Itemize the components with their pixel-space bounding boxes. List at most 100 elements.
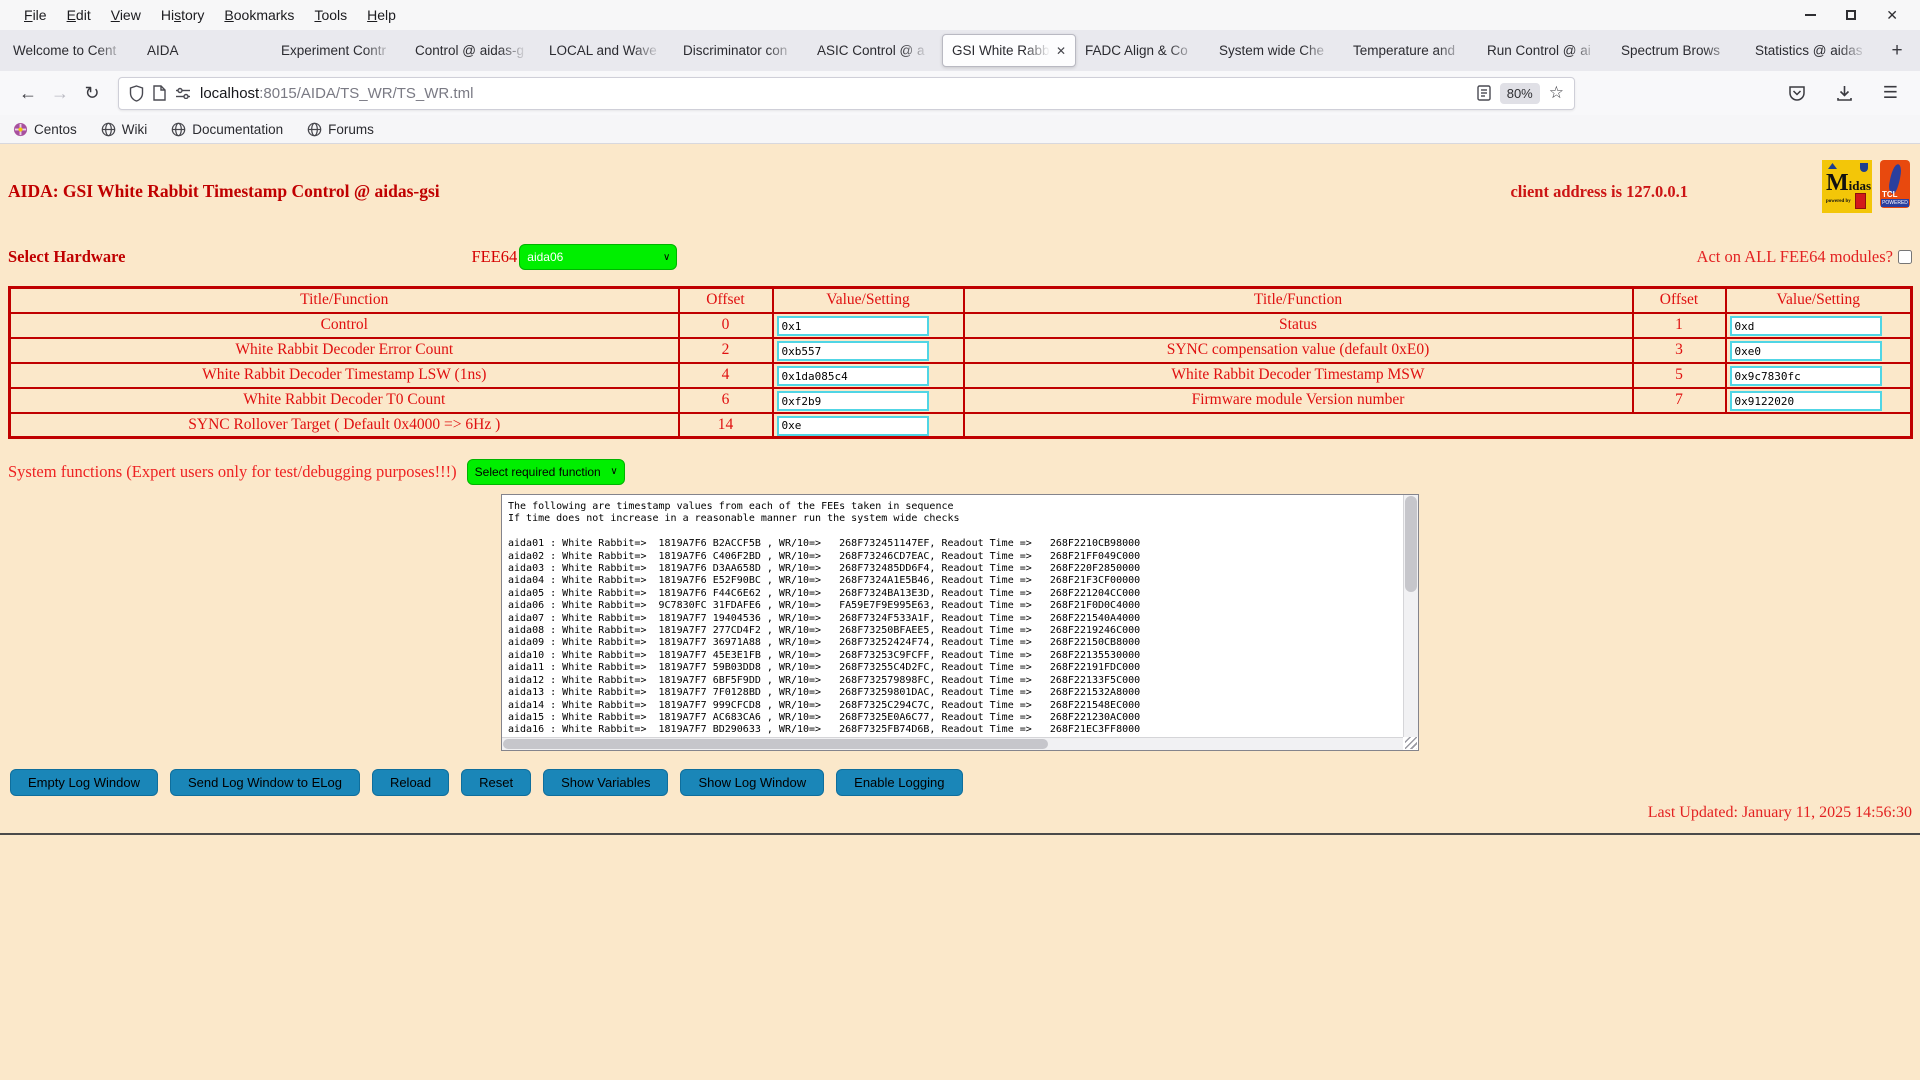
bookmark-documentation[interactable]: Documentation [171,122,283,137]
column-header-offset: Offset [1633,288,1726,313]
back-icon[interactable]: ← [12,83,44,104]
button-row: Empty Log Window Send Log Window to ELog R… [10,769,1920,796]
tab-label: Experiment Contr [281,43,397,58]
vertical-scrollbar[interactable] [1403,495,1418,737]
tab-statistics-aidas[interactable]: Statistics @ aidas [1746,34,1880,67]
close-icon[interactable]: ✕ [1886,8,1898,22]
register-title-status: Status [964,313,1633,338]
value-input-white-rabbit-decoder-timestamp-lsw-1ns[interactable] [777,366,929,386]
tab-experiment-contr[interactable]: Experiment Contr [272,34,406,67]
tab-label: Control @ aidas-g [415,43,531,58]
tab-aida[interactable]: AIDA [138,34,272,67]
tab-close-icon[interactable]: ✕ [1056,44,1066,58]
page-info-icon[interactable] [153,85,166,101]
tab-temperature-and[interactable]: Temperature and [1344,34,1478,67]
select-hardware-label: Select Hardware [8,247,125,267]
download-icon[interactable] [1836,85,1853,102]
reset-button[interactable]: Reset [461,769,531,796]
tab-system-wide-che[interactable]: System wide Che [1210,34,1344,67]
fee64-select[interactable]: aida06 ∨ [519,244,677,270]
system-functions-select[interactable]: Select required function ∨ [467,459,625,485]
tab-welcome-to-cent[interactable]: Welcome to Cent [4,34,138,67]
bookmark-forums[interactable]: Forums [307,122,374,137]
register-title-white-rabbit-decoder-error-count: White Rabbit Decoder Error Count [10,338,679,363]
table-row: White Rabbit Decoder Timestamp LSW (1ns)… [10,363,1912,388]
reload-icon[interactable]: ↻ [76,83,108,104]
zoom-level-badge[interactable]: 80% [1500,83,1540,104]
reader-mode-icon[interactable] [1477,85,1491,101]
page-header: AIDA: GSI White Rabbit Timestamp Control… [0,144,1920,202]
minimize-icon[interactable] [1805,14,1816,16]
value-input-white-rabbit-decoder-t0-count[interactable] [777,391,929,411]
menu-history[interactable]: History [151,3,215,27]
tab-label: ASIC Control @ a [817,43,933,58]
maximize-icon[interactable] [1846,10,1856,20]
last-updated-text: Last Updated: January 11, 2025 14:56:30 [0,804,1920,822]
fee64-selected-value: aida06 [527,250,563,264]
menu-file[interactable]: File [14,3,57,27]
centos-icon [13,122,28,137]
midas-stamp-icon [1855,193,1866,209]
log-textarea[interactable]: The following are timestamp values from … [501,494,1419,751]
url-text[interactable]: localhost:8015/AIDA/TS_WR/TS_WR.tml [200,85,1468,102]
menu-bookmarks[interactable]: Bookmarks [214,3,304,27]
register-title-sync-compensation-value-default-0xe0: SYNC compensation value (default 0xE0) [964,338,1633,363]
register-title-control: Control [10,313,679,338]
register-offset: 2 [679,338,773,363]
vertical-scrollbar-thumb[interactable] [1405,496,1417,592]
tab-control-aidas-g[interactable]: Control @ aidas-g [406,34,540,67]
register-value-cell [1726,338,1912,363]
permissions-icon[interactable] [175,87,191,99]
tab-gsi-white-rabb[interactable]: GSI White Rabb✕ [942,34,1076,67]
enable-logging-button[interactable]: Enable Logging [836,769,962,796]
menu-edit[interactable]: Edit [57,3,101,27]
tab-discriminator-con[interactable]: Discriminator con [674,34,808,67]
system-functions-selected-value: Select required function [475,465,601,479]
act-on-all-checkbox[interactable] [1898,250,1912,264]
table-row: Control0Status1 [10,313,1912,338]
reload-button[interactable]: Reload [372,769,449,796]
chevron-down-icon: ∨ [610,466,617,477]
send-log-window-to-elog-button[interactable]: Send Log Window to ELog [170,769,360,796]
menu-view[interactable]: View [101,3,151,27]
register-title-white-rabbit-decoder-timestamp-msw: White Rabbit Decoder Timestamp MSW [964,363,1633,388]
client-address: client address is 127.0.0.1 [1510,182,1688,202]
resize-grip-icon[interactable] [1405,737,1417,749]
tab-spectrum-brows[interactable]: Spectrum Brows [1612,34,1746,67]
show-variables-button[interactable]: Show Variables [543,769,668,796]
column-header-value-setting: Value/Setting [773,288,964,313]
menu-help[interactable]: Help [357,3,406,27]
forward-icon[interactable]: → [44,83,76,104]
new-tab-button[interactable]: + [1880,40,1914,62]
url-bar[interactable]: localhost:8015/AIDA/TS_WR/TS_WR.tml 80% … [118,77,1575,110]
value-input-sync-rollover-target-default-0x4000-6hz[interactable] [777,416,929,436]
register-table: Title/FunctionOffsetValue/SettingTitle/F… [8,286,1913,439]
tab-fadc-align-co[interactable]: FADC Align & Co [1076,34,1210,67]
value-input-white-rabbit-decoder-error-count[interactable] [777,341,929,361]
value-input-sync-compensation-value-default-0xe0[interactable] [1730,341,1882,361]
register-offset: 0 [679,313,773,338]
bookmark-centos[interactable]: Centos [13,122,77,137]
value-input-control[interactable] [777,316,929,336]
menu-tools[interactable]: Tools [304,3,357,27]
value-input-status[interactable] [1730,316,1882,336]
register-offset: 14 [679,413,773,438]
pocket-icon[interactable] [1788,84,1806,102]
horizontal-scrollbar[interactable] [502,737,1403,750]
bookmark-star-icon[interactable]: ☆ [1549,83,1564,103]
toolbar-right: ☰ [1788,83,1908,103]
show-log-window-button[interactable]: Show Log Window [680,769,824,796]
tab-run-control-ai[interactable]: Run Control @ ai [1478,34,1612,67]
shield-icon[interactable] [129,85,144,102]
horizontal-scrollbar-thumb[interactable] [503,739,1048,749]
value-input-firmware-module-version-number[interactable] [1730,391,1882,411]
bookmark-wiki[interactable]: Wiki [101,122,148,137]
tab-asic-control-a[interactable]: ASIC Control @ a [808,34,942,67]
empty-log-window-button[interactable]: Empty Log Window [10,769,158,796]
url-path: :8015/AIDA/TS_WR/TS_WR.tml [259,85,473,102]
tab-label: Run Control @ ai [1487,43,1603,58]
register-value-cell [1726,388,1912,413]
tab-local-and-wave[interactable]: LOCAL and Wave [540,34,674,67]
value-input-white-rabbit-decoder-timestamp-msw[interactable] [1730,366,1882,386]
menu-hamburger-icon[interactable]: ☰ [1883,83,1898,103]
